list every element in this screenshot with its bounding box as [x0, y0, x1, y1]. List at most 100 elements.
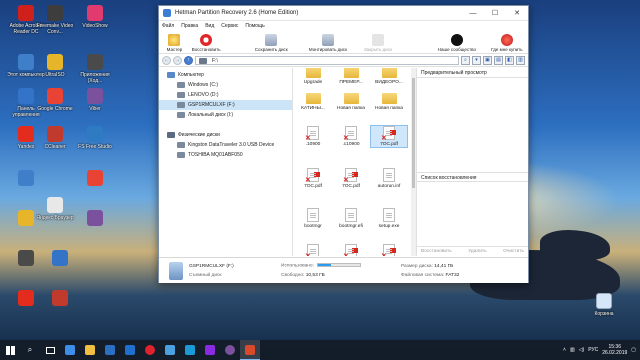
file-item[interactable]: Новая папка	[371, 90, 407, 111]
filter-button[interactable]: ▾	[472, 55, 481, 65]
desktop-shortcut[interactable]: Приложения (Ход...	[75, 54, 115, 84]
tree-item-label: GSP1RMCULXF (F:)	[188, 102, 235, 108]
preview-toggle-button[interactable]: ▥	[516, 55, 525, 65]
tree-item[interactable]: TOSHIBA MQ01ABF050	[159, 150, 292, 160]
file-item[interactable]: ✕ 7OC.pdf	[333, 168, 369, 189]
tree-item[interactable]: LENOVO (D:)	[159, 90, 292, 100]
drive-icon	[177, 92, 185, 98]
notifications-icon[interactable]: ▢	[631, 347, 636, 353]
minimize-button[interactable]: —	[462, 6, 484, 21]
file-item[interactable]: ✕Самсунг.pdf	[333, 244, 369, 256]
maximize-button[interactable]: ☐	[484, 6, 506, 21]
master-button[interactable]: Мастер	[161, 29, 188, 53]
file-item[interactable]: setup.exe	[371, 208, 407, 229]
mount-disk-button[interactable]: Монтировать диск	[300, 29, 356, 53]
file-item[interactable]: ✕ 7OC.pdf	[295, 168, 331, 189]
forward-button[interactable]: →	[173, 55, 182, 65]
recovery-delete-button[interactable]: Удалить	[468, 249, 486, 254]
file-item[interactable]: ✕ .10900	[295, 126, 331, 147]
back-button[interactable]: ←	[162, 55, 171, 65]
recovery-clear-button[interactable]: Очистить	[503, 249, 524, 254]
file-item[interactable]: ✕Самсунг.pdf	[371, 244, 407, 256]
menu-file[interactable]: Файл	[162, 23, 174, 29]
file-item[interactable]: ✕ .c10900	[333, 126, 369, 147]
taskbar-explorer[interactable]	[80, 340, 100, 360]
desktop-shortcut[interactable]	[75, 210, 115, 228]
search-button[interactable]: ⌕	[20, 340, 40, 360]
desktop-shortcut[interactable]	[75, 170, 115, 188]
desktop-shortcut[interactable]: CCleaner	[35, 126, 75, 150]
tree-item[interactable]: Windows (C:)	[159, 80, 292, 90]
desktop-shortcut[interactable]: Google Chrome	[35, 88, 75, 112]
mail-icon	[125, 345, 135, 355]
file-item[interactable]: КАТИНЫ...	[295, 90, 331, 111]
fs-label: Файловая система:	[401, 272, 445, 278]
desktop-shortcut[interactable]	[40, 290, 80, 308]
save-disk-button[interactable]: Сохранить диск	[242, 29, 300, 53]
close-disk-button[interactable]: Закрыть диск	[356, 29, 400, 53]
taskbar-screen-recorder[interactable]	[180, 340, 200, 360]
taskbar-mail[interactable]	[120, 340, 140, 360]
tree-item[interactable]: GSP1RMCULXF (F:)	[159, 100, 292, 110]
menu-help[interactable]: Помощь	[245, 23, 264, 29]
disk-close-icon	[371, 34, 384, 46]
language-indicator[interactable]: РУС	[588, 347, 598, 353]
desktop-shortcut[interactable]: UltraISO	[35, 54, 75, 78]
menu-service[interactable]: Сервис	[221, 23, 238, 29]
desktop-shortcut[interactable]	[6, 170, 46, 188]
close-button[interactable]: ✕	[506, 6, 528, 21]
where-buy-button[interactable]: Где мне купить	[486, 29, 528, 53]
file-item[interactable]: bootmgr.efi	[333, 208, 369, 229]
desktop-shortcut[interactable]	[6, 210, 46, 228]
tree-item-label: LENOVO (D:)	[188, 92, 219, 98]
taskbar-partition-recovery[interactable]	[240, 340, 260, 360]
taskbar-pinned-app[interactable]	[160, 340, 180, 360]
desktop-shortcut[interactable]	[40, 250, 80, 268]
tray-chevron-icon[interactable]: ˄	[563, 347, 566, 353]
file-item[interactable]: ВИДЕОРО...	[371, 68, 407, 85]
taskbar-media[interactable]	[200, 340, 220, 360]
search-button[interactable]: ⌕	[461, 55, 470, 65]
volume-icon[interactable]: ◁)	[579, 347, 585, 353]
desktop-shortcut[interactable]: VideoShow	[75, 5, 115, 29]
tree-item[interactable]: Компьютер	[159, 70, 292, 80]
file-item[interactable]: ✕ПЛАЗА.mp4	[295, 244, 331, 256]
network-icon[interactable]: ▥	[570, 347, 575, 353]
task-view-button[interactable]	[40, 340, 60, 360]
file-item[interactable]: Новая папка	[333, 90, 369, 111]
clock[interactable]: 15:36 26.02.2019	[602, 344, 627, 356]
taskbar-edge[interactable]	[60, 340, 80, 360]
community-button[interactable]: Наше сообщество	[428, 29, 486, 53]
view-large-button[interactable]: ▣	[483, 55, 492, 65]
taskbar-store[interactable]	[100, 340, 120, 360]
desktop-shortcut[interactable]: Viber	[75, 88, 115, 112]
tree-item[interactable]: Kingston DataTraveler 3.0 USB Device	[159, 140, 292, 150]
menu-view[interactable]: Вид	[205, 23, 214, 29]
tree-item-label: TOSHIBA MQ01ABF050	[188, 152, 243, 158]
taskbar-viber[interactable]	[220, 340, 240, 360]
file-scrollbar[interactable]	[411, 68, 416, 256]
tree-item[interactable]: Локальный диск (I:)	[159, 110, 292, 120]
desktop-shortcut[interactable]: Freemake Video Conv...	[35, 5, 75, 35]
file-item[interactable]: autorun.inf	[371, 168, 407, 189]
deleted-mark-icon: ✕	[343, 253, 349, 256]
view-list-button[interactable]: ▤	[494, 55, 503, 65]
taskbar-opera[interactable]	[140, 340, 160, 360]
file-item[interactable]: ПРЕМЕР...	[333, 68, 369, 85]
address-bar: ← → ↑ F:\ ⌕ ▾ ▣ ▤ ◧ ▥	[159, 54, 528, 67]
file-item[interactable]: bootmgr	[295, 208, 331, 229]
menu-edit[interactable]: Правка	[181, 23, 198, 29]
recovery-restore-button[interactable]: Восстановить	[421, 249, 452, 254]
recycle-bin-icon[interactable]: Корзина	[584, 293, 624, 317]
up-button[interactable]: ↑	[184, 55, 193, 65]
tree-item[interactable]: Физические диски	[159, 130, 292, 140]
path-field[interactable]: F:\	[195, 55, 459, 65]
desktop-shortcut[interactable]: FS Free Studio	[75, 126, 115, 150]
file-item[interactable]: Upgrade	[295, 68, 331, 85]
scrollbar-thumb[interactable]	[412, 78, 415, 188]
restore-button[interactable]: Восстановить	[188, 29, 225, 53]
panel-toggle-button[interactable]: ◧	[505, 55, 514, 65]
start-button[interactable]	[0, 340, 20, 360]
deleted-mark-icon: ✕	[343, 135, 349, 142]
file-item[interactable]: ✕ 7OC.pdf	[370, 125, 408, 148]
